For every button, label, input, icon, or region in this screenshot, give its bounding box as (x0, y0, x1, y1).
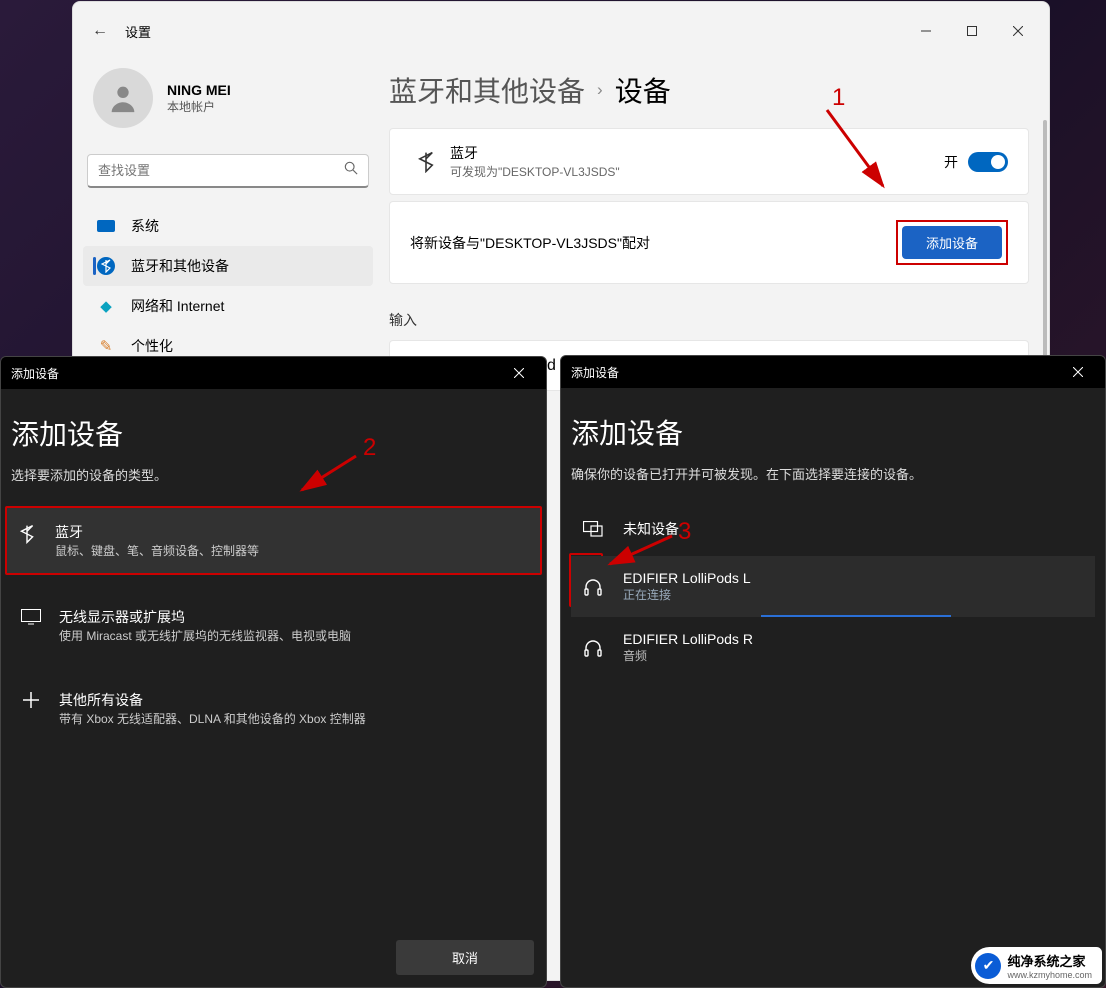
device-lollipods-l[interactable]: EDIFIER LolliPods L 正在连接 (571, 556, 1095, 617)
sidebar-item-system[interactable]: 系统 (83, 206, 373, 246)
device-icon (581, 521, 605, 537)
sidebar-item-label: 个性化 (131, 336, 173, 356)
bluetooth-icon (15, 522, 39, 544)
avatar (93, 68, 153, 128)
bluetooth-icon (97, 257, 115, 275)
option-bluetooth[interactable]: 蓝牙 鼠标、键盘、笔、音频设备、控制器等 (7, 508, 540, 573)
device-name: EDIFIER LolliPods R (623, 631, 753, 647)
pair-device-row: 将新设备与"DESKTOP-VL3JSDS"配对 添加设备 (389, 201, 1029, 284)
dialog-heading: 添加设备 (571, 412, 1095, 452)
device-status: 音频 (623, 647, 753, 664)
chevron-right-icon: › (597, 80, 603, 100)
logo-icon: ✔ (975, 953, 1001, 979)
search-input[interactable] (98, 163, 344, 178)
bluetooth-icon (410, 151, 442, 173)
dialog-title: 添加设备 (11, 365, 59, 382)
option-title: 其他所有设备 (59, 690, 366, 710)
option-wireless-display[interactable]: 无线显示器或扩展坞 使用 Miracast 或无线扩展坞的无线监视器、电视或电脑 (11, 593, 536, 658)
bluetooth-card: 蓝牙 可发现为"DESKTOP-VL3JSDS" 开 (389, 128, 1029, 195)
back-button[interactable]: ← (81, 12, 119, 50)
brush-icon: ✎ (97, 337, 115, 355)
minimize-button[interactable] (903, 12, 949, 50)
breadcrumb-parent[interactable]: 蓝牙和其他设备 (389, 70, 585, 110)
close-icon[interactable] (1061, 358, 1095, 386)
maximize-button[interactable] (949, 12, 995, 50)
device-unknown[interactable]: 未知设备 (571, 505, 1095, 553)
dialog-titlebar: 添加设备 (1, 357, 546, 389)
breadcrumb-current: 设备 (615, 70, 671, 110)
headset-icon (581, 638, 605, 658)
sidebar-item-label: 蓝牙和其他设备 (131, 256, 229, 276)
sidebar-item-label: 系统 (131, 216, 159, 236)
sidebar-item-bluetooth[interactable]: 蓝牙和其他设备 (83, 246, 373, 286)
dialog-heading: 添加设备 (11, 413, 536, 453)
window-title: 设置 (125, 22, 151, 41)
dialog-subtext: 选择要添加的设备的类型。 (11, 465, 536, 484)
option-title: 无线显示器或扩展坞 (59, 607, 351, 627)
close-button[interactable] (995, 12, 1041, 50)
progress-bar (761, 615, 951, 617)
dialog-titlebar: 添加设备 (561, 356, 1105, 388)
device-status: 正在连接 (623, 586, 751, 603)
add-device-button[interactable]: 添加设备 (902, 226, 1002, 259)
watermark-title: 纯净系统之家 (1007, 954, 1085, 969)
dialog-title: 添加设备 (571, 364, 619, 381)
card-sub: 可发现为"DESKTOP-VL3JSDS" (450, 163, 620, 180)
headset-icon (581, 577, 605, 597)
wifi-icon: ◆ (97, 297, 115, 315)
breadcrumb: 蓝牙和其他设备 › 设备 (389, 70, 1029, 110)
option-desc: 使用 Miracast 或无线扩展坞的无线监视器、电视或电脑 (59, 627, 351, 644)
search-box[interactable] (87, 154, 369, 188)
section-heading: 输入 (389, 310, 1029, 330)
close-icon[interactable] (502, 359, 536, 387)
cancel-button[interactable]: 取消 (396, 940, 534, 975)
device-lollipods-r[interactable]: EDIFIER LolliPods R 音频 (571, 617, 1095, 678)
search-icon (344, 161, 358, 180)
titlebar: ← 设置 (73, 2, 1049, 60)
user-name: NING MEI (167, 82, 231, 98)
device-name: EDIFIER LolliPods L (623, 570, 751, 586)
dialog-subtext: 确保你的设备已打开并可被发现。在下面选择要连接的设备。 (571, 464, 1095, 483)
sidebar-item-network[interactable]: ◆ 网络和 Internet (83, 286, 373, 326)
pair-text: 将新设备与"DESKTOP-VL3JSDS"配对 (410, 233, 650, 253)
add-device-dialog-1: 添加设备 添加设备 选择要添加的设备的类型。 蓝牙 鼠标、键盘、笔、音频设备、控… (0, 356, 547, 988)
user-block[interactable]: NING MEI 本地帐户 (83, 60, 373, 148)
option-title: 蓝牙 (55, 522, 259, 542)
option-desc: 带有 Xbox 无线适配器、DLNA 和其他设备的 Xbox 控制器 (59, 710, 366, 727)
card-title: 蓝牙 (450, 143, 620, 163)
device-name: 未知设备 (623, 519, 679, 539)
option-desc: 鼠标、键盘、笔、音频设备、控制器等 (55, 542, 259, 559)
user-sub: 本地帐户 (167, 98, 231, 115)
watermark: ✔ 纯净系统之家 www.kzmyhome.com (971, 947, 1102, 984)
sidebar-item-label: 网络和 Internet (131, 296, 224, 316)
display-icon (19, 607, 43, 625)
plus-icon (19, 690, 43, 708)
add-device-dialog-2: 添加设备 添加设备 确保你的设备已打开并可被发现。在下面选择要连接的设备。 未知… (560, 355, 1106, 988)
system-icon (97, 220, 115, 232)
option-other[interactable]: 其他所有设备 带有 Xbox 无线适配器、DLNA 和其他设备的 Xbox 控制… (11, 676, 536, 741)
watermark-url: www.kzmyhome.com (1007, 970, 1092, 980)
bluetooth-toggle[interactable] (968, 152, 1008, 172)
toggle-label: 开 (944, 152, 958, 172)
